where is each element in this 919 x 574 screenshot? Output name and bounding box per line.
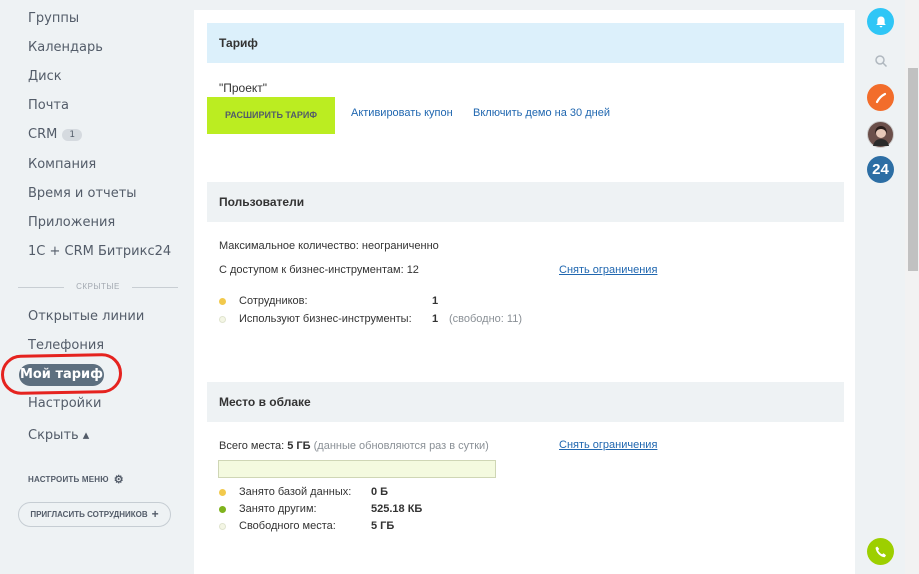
sidebar-item-apps[interactable]: Приложения (28, 215, 115, 230)
call-icon[interactable] (867, 538, 894, 565)
bitrix24-label: 24 (872, 161, 889, 178)
employees-legend-dot (219, 298, 226, 305)
sidebar-item-crm[interactable]: CRM 1 (28, 127, 83, 142)
bitrix24-icon[interactable]: 24 (867, 156, 894, 183)
sidebar-item-disk[interactable]: Диск (28, 69, 62, 84)
right-toolbar: 24 (856, 0, 905, 574)
upgrade-tariff-button[interactable]: РАСШИРИТЬ ТАРИФ (207, 97, 335, 134)
users-title: Пользователи (219, 195, 305, 209)
invite-employees-button[interactable]: ПРИГЛАСИТЬ СОТРУДНИКОВ + (18, 502, 171, 527)
sidebar-item-label: CRM (28, 127, 58, 142)
activate-coupon-link[interactable]: Активировать купон (351, 107, 453, 119)
sidebar-item-telephony[interactable]: Телефония (28, 338, 104, 353)
tools-legend-dot (219, 316, 226, 323)
sidebar-item-time-reports[interactable]: Время и отчеты (28, 186, 137, 201)
other-label: Занято другим: (239, 503, 317, 515)
business-access-text: С доступом к бизнес-инструментам: 12 (219, 264, 419, 276)
free-legend-dot (219, 523, 226, 530)
employees-label: Сотрудников: (239, 295, 308, 307)
db-legend-dot (219, 489, 226, 496)
enable-demo-link[interactable]: Включить демо на 30 дней (473, 107, 610, 119)
db-value: 0 Б (371, 486, 389, 498)
cloud-section-header: Место в облаке (207, 382, 844, 422)
plus-icon: + (151, 507, 159, 521)
cloud-total-value: 5 ГБ (287, 440, 311, 452)
sidebar-item-mail[interactable]: Почта (28, 98, 69, 113)
vertical-scrollbar[interactable] (905, 0, 919, 574)
scrollbar-thumb[interactable] (908, 68, 918, 271)
sidebar-item-calendar[interactable]: Календарь (28, 40, 103, 55)
cloud-usage-progress-bar (218, 460, 496, 478)
sidebar-item-groups[interactable]: Группы (28, 11, 79, 26)
db-label: Занято базой данных: (239, 486, 352, 498)
other-value: 525.18 КБ (371, 503, 423, 515)
main-content: Тариф "Проект" РАСШИРИТЬ ТАРИФ Активиров… (194, 10, 855, 574)
remove-cloud-limits-link[interactable]: Снять ограничения (559, 439, 657, 451)
left-sidebar: Группы Календарь Диск Почта CRM 1 Компани… (0, 0, 193, 574)
gear-icon: ⚙ (113, 474, 124, 486)
tools-free-count: (свободно: 11) (449, 313, 522, 325)
tariff-section-header: Тариф (207, 23, 844, 63)
other-legend-dot (219, 506, 226, 513)
search-icon[interactable] (867, 47, 894, 74)
hidden-section-divider: СКРЫТЫЕ (18, 282, 178, 292)
hidden-section-label: СКРЫТЫЕ (76, 282, 120, 291)
phone-call-icon[interactable] (867, 84, 894, 111)
free-label: Свободного места: (239, 520, 336, 532)
cloud-title: Место в облаке (219, 395, 311, 409)
tools-value: 1 (432, 313, 439, 325)
cloud-total-note: (данные обновляются раз в сутки) (313, 440, 489, 452)
user-avatar[interactable] (867, 121, 894, 148)
employees-value: 1 (432, 295, 439, 307)
notifications-bell-icon[interactable] (867, 8, 894, 35)
sidebar-item-1c-crm[interactable]: 1С + CRM Битрикс24 (28, 244, 171, 259)
cloud-total-label: Всего места: (219, 440, 285, 452)
invite-label: ПРИГЛАСИТЬ СОТРУДНИКОВ (30, 510, 148, 519)
users-section-header: Пользователи (207, 182, 844, 222)
setup-menu-button[interactable]: НАСТРОИТЬ МЕНЮ ⚙ (28, 473, 124, 486)
remove-user-limits-link[interactable]: Снять ограничения (559, 264, 657, 276)
tariff-title: Тариф (219, 36, 258, 50)
sidebar-item-open-lines[interactable]: Открытые линии (28, 309, 144, 324)
sidebar-collapse-toggle[interactable]: Скрыть ▴ (28, 428, 89, 443)
red-highlight-annotation (0, 352, 123, 396)
counter-badge: 1 (62, 129, 83, 141)
tools-label: Используют бизнес-инструменты: (239, 313, 412, 325)
plan-name: "Проект" (219, 81, 268, 95)
free-value: 5 ГБ (371, 520, 395, 532)
sidebar-item-company[interactable]: Компания (28, 157, 96, 172)
sidebar-item-settings[interactable]: Настройки (28, 396, 101, 411)
setup-menu-label: НАСТРОИТЬ МЕНЮ (28, 475, 109, 484)
cloud-total-line: Всего места: 5 ГБ (данные обновляются ра… (219, 440, 489, 452)
max-users-text: Максимальное количество: неограниченно (219, 240, 439, 252)
